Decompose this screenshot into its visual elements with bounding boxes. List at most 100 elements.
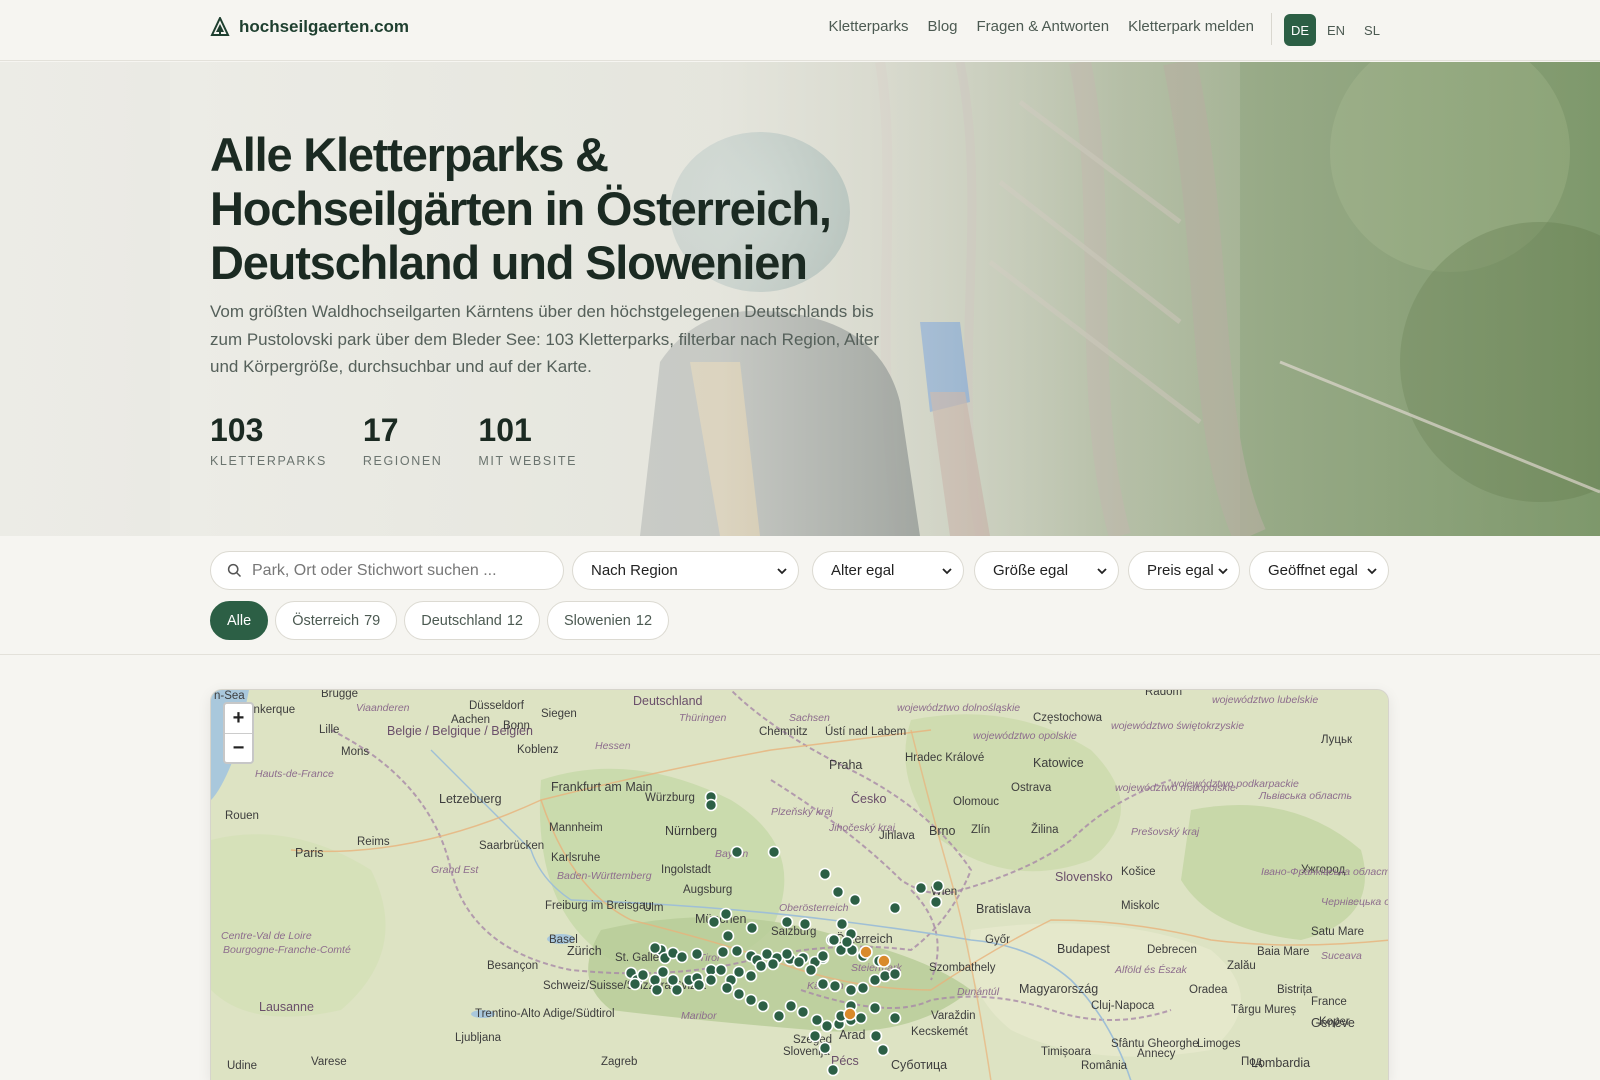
park-marker[interactable] [828, 979, 842, 993]
park-marker[interactable] [716, 945, 730, 959]
park-marker[interactable] [670, 983, 684, 997]
park-marker[interactable] [772, 1009, 786, 1023]
park-marker[interactable] [808, 1029, 822, 1043]
park-marker[interactable] [704, 798, 718, 812]
open-select[interactable]: Geöffnet egal [1249, 551, 1389, 590]
park-marker[interactable] [869, 1029, 883, 1043]
brand-logo[interactable]: hochseilgaerten.com [210, 17, 409, 37]
park-marker[interactable] [744, 993, 758, 1007]
search-box[interactable] [210, 551, 564, 590]
park-marker[interactable] [756, 999, 770, 1013]
park-marker[interactable] [856, 981, 870, 995]
park-marker[interactable] [720, 981, 734, 995]
age-select[interactable]: Alter egal [812, 551, 964, 590]
park-marker[interactable] [636, 968, 650, 982]
park-marker[interactable] [732, 987, 746, 1001]
park-marker[interactable] [888, 1011, 902, 1025]
park-map[interactable]: n-Sea Brugge Viaanderen Düsseldorf Siegen Deu… [210, 689, 1389, 1080]
chip-slowenien[interactable]: Slowenien 12 [546, 601, 670, 640]
park-marker[interactable] [827, 933, 841, 947]
park-marker[interactable] [854, 1011, 868, 1025]
park-marker[interactable] [690, 947, 704, 961]
park-marker-highlight[interactable] [843, 1007, 857, 1021]
park-marker[interactable] [848, 893, 862, 907]
lang-en-button[interactable]: EN [1320, 14, 1352, 46]
park-marker[interactable] [818, 1041, 832, 1055]
park-marker[interactable] [745, 921, 759, 935]
chevron-down-icon [942, 567, 952, 574]
park-marker[interactable] [816, 949, 830, 963]
park-marker[interactable] [796, 1005, 810, 1019]
chip-deutschland[interactable]: Deutschland 12 [404, 601, 540, 640]
chip-oesterreich[interactable]: Österreich 79 [275, 601, 398, 640]
lang-sl-button[interactable]: SL [1356, 14, 1388, 46]
park-marker[interactable] [804, 963, 818, 977]
park-marker[interactable] [835, 917, 849, 931]
filter-bar: Nach Region Alter egal Größe egal Preis … [0, 536, 1600, 655]
park-marker[interactable] [868, 1001, 882, 1015]
park-marker[interactable] [732, 965, 746, 979]
park-marker[interactable] [754, 959, 768, 973]
park-marker[interactable] [840, 935, 854, 949]
park-marker[interactable] [888, 901, 902, 915]
nav-faq[interactable]: Fragen & Antworten [977, 18, 1110, 35]
zoom-in-button[interactable]: + [225, 704, 252, 733]
page-title: Alle Kletterparks & Hochseilgärten in Ös… [210, 128, 832, 289]
park-marker[interactable] [628, 977, 642, 991]
select-value: Geöffnet egal [1268, 562, 1358, 579]
park-marker[interactable] [656, 965, 670, 979]
hero-section: Alle Kletterparks & Hochseilgärten in Ös… [0, 62, 1600, 536]
chevron-down-icon [1218, 567, 1228, 574]
park-marker[interactable] [818, 867, 832, 881]
park-marker[interactable] [931, 879, 945, 893]
park-marker[interactable] [767, 845, 781, 859]
hero-stats: 103 KLETTERPARKS 17 REGIONEN 101 MIT WEB… [210, 412, 577, 468]
park-marker[interactable] [784, 999, 798, 1013]
search-icon [227, 563, 242, 578]
park-marker[interactable] [844, 983, 858, 997]
region-select[interactable]: Nach Region [572, 551, 799, 590]
park-marker[interactable] [648, 941, 662, 955]
park-marker[interactable] [766, 957, 780, 971]
search-input[interactable] [252, 561, 542, 580]
nav-blog[interactable]: Blog [927, 18, 957, 35]
park-marker[interactable] [888, 967, 902, 981]
park-marker[interactable] [707, 915, 721, 929]
park-marker[interactable] [714, 963, 728, 977]
price-select[interactable]: Preis egal [1128, 551, 1240, 590]
chip-alle[interactable]: Alle [210, 601, 269, 640]
park-marker[interactable] [878, 969, 892, 983]
park-marker[interactable] [914, 881, 928, 895]
park-marker[interactable] [929, 895, 943, 909]
language-switcher: DE EN SL [1284, 14, 1388, 46]
park-marker[interactable] [826, 1063, 840, 1077]
zoom-out-button[interactable]: − [225, 733, 252, 762]
park-marker[interactable] [798, 917, 812, 931]
park-marker[interactable] [692, 978, 706, 992]
park-marker[interactable] [721, 929, 735, 943]
park-marker[interactable] [675, 950, 689, 964]
park-marker[interactable] [816, 977, 830, 991]
park-marker-highlight[interactable] [859, 945, 873, 959]
main-nav: Kletterparks Blog Fragen & Antworten Kle… [828, 18, 1254, 35]
park-marker[interactable] [780, 915, 794, 929]
park-marker-highlight[interactable] [877, 954, 891, 968]
park-marker[interactable] [876, 1043, 890, 1057]
nav-kletterparks[interactable]: Kletterparks [828, 18, 908, 35]
height-select[interactable]: Größe egal [974, 551, 1119, 590]
chip-count: 12 [506, 612, 523, 629]
park-marker[interactable] [730, 944, 744, 958]
map-markers [624, 790, 945, 1077]
nav-report-park[interactable]: Kletterpark melden [1128, 18, 1254, 35]
park-marker[interactable] [719, 907, 733, 921]
park-marker[interactable] [810, 1013, 824, 1027]
park-marker[interactable] [792, 955, 806, 969]
park-marker[interactable] [831, 885, 845, 899]
park-marker[interactable] [820, 1019, 834, 1033]
park-marker[interactable] [780, 947, 794, 961]
park-marker[interactable] [744, 969, 758, 983]
park-marker[interactable] [650, 983, 664, 997]
park-marker[interactable] [730, 845, 744, 859]
park-marker[interactable] [704, 973, 718, 987]
lang-de-button[interactable]: DE [1284, 14, 1316, 46]
